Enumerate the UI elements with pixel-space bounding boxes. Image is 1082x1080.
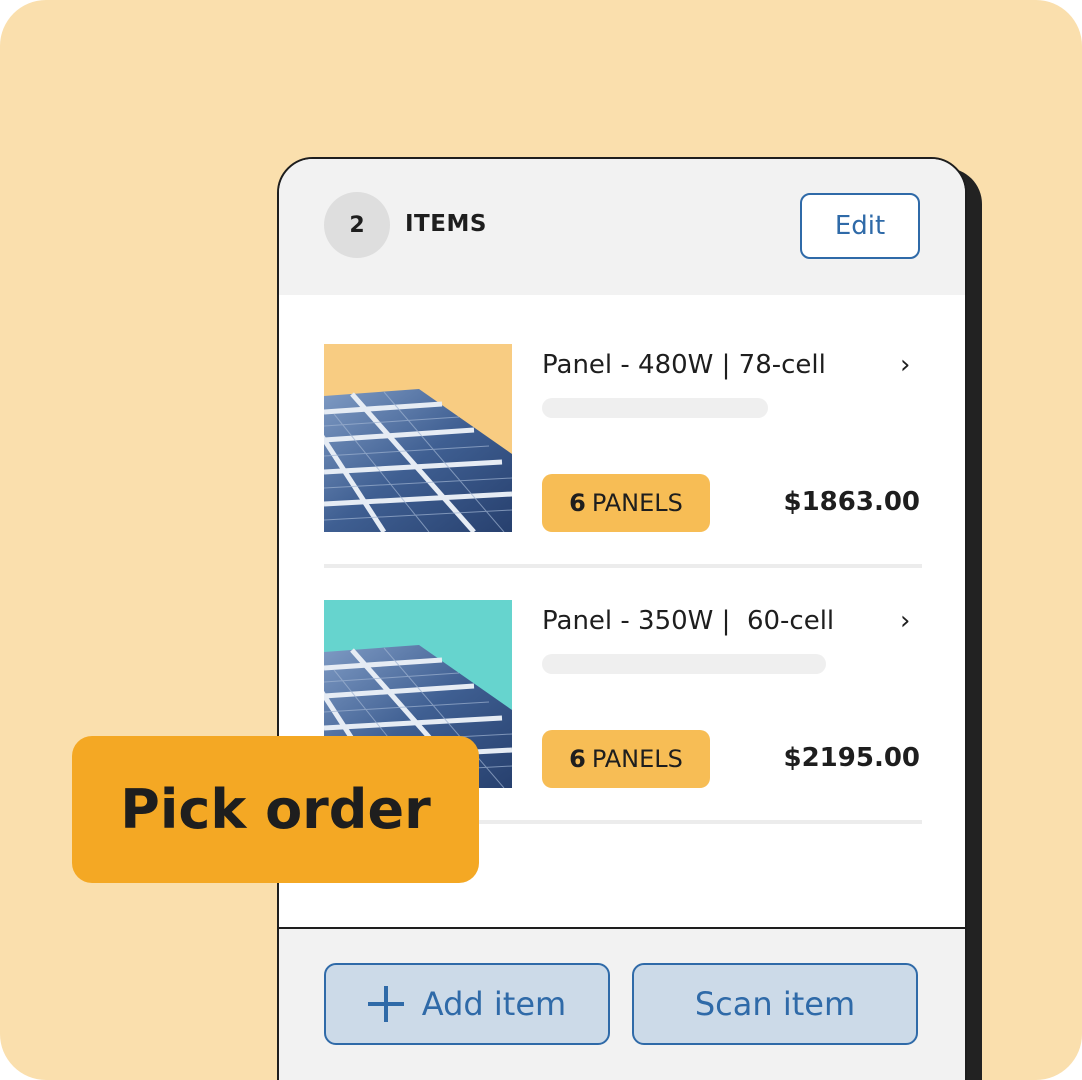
- chevron-right-icon[interactable]: ›: [900, 606, 910, 636]
- chevron-right-icon[interactable]: ›: [900, 350, 910, 380]
- item-price: $2195.00: [783, 743, 920, 773]
- add-item-button[interactable]: Add item: [324, 963, 610, 1045]
- quantity-value: 6: [569, 489, 586, 517]
- add-item-label: Add item: [421, 985, 567, 1023]
- pick-order-badge: Pick order: [72, 736, 479, 883]
- order-card: 2 ITEMS Edit Panel - 480W | 78-cell › 6 …: [277, 157, 967, 1080]
- loading-placeholder: [542, 398, 768, 418]
- loading-placeholder: [542, 654, 826, 674]
- order-header: 2 ITEMS Edit: [279, 159, 965, 295]
- quantity-badge: 6 PANELS: [542, 730, 710, 788]
- app-canvas: 2 ITEMS Edit Panel - 480W | 78-cell › 6 …: [0, 0, 1082, 1080]
- quantity-unit: PANELS: [591, 489, 683, 517]
- plus-icon: [367, 986, 404, 1022]
- items-label: ITEMS: [405, 211, 487, 237]
- list-item[interactable]: Panel - 480W | 78-cell › 6 PANELS $1863.…: [324, 344, 922, 534]
- scan-item-button[interactable]: Scan item: [632, 963, 918, 1045]
- scan-item-label: Scan item: [694, 985, 856, 1023]
- action-footer: Add item Scan item: [279, 927, 965, 1080]
- item-price: $1863.00: [783, 487, 920, 517]
- solar-panel-image: [324, 344, 512, 532]
- quantity-value: 6: [569, 745, 586, 773]
- quantity-unit: PANELS: [591, 745, 683, 773]
- item-count-badge: 2: [324, 192, 390, 258]
- edit-button[interactable]: Edit: [800, 193, 920, 259]
- divider: [324, 564, 922, 568]
- quantity-badge: 6 PANELS: [542, 474, 710, 532]
- item-title: Panel - 480W | 78-cell: [542, 350, 826, 380]
- item-title: Panel - 350W | 60-cell: [542, 606, 835, 636]
